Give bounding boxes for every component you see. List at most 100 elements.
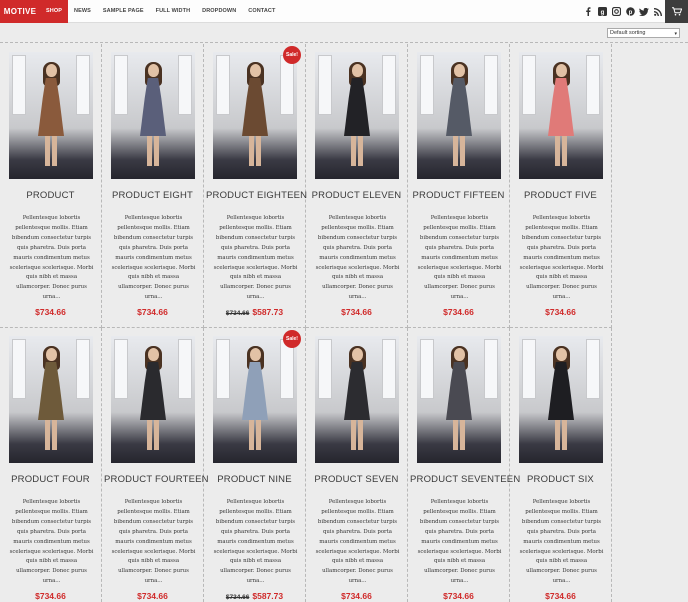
product-image[interactable]: [519, 336, 603, 463]
product-card: Sale! PRODUCT EIGHTEEN Pellentesque lobo…: [204, 44, 307, 328]
model-figure: [38, 346, 64, 450]
product-description: Pellentesque lobortis pellentesque molli…: [111, 215, 196, 301]
main-menu: SHOP NEWS SAMPLE PAGE FULL WIDTH DROPDOW…: [40, 0, 281, 23]
product-price: $734.66: [408, 307, 509, 317]
product-image[interactable]: [9, 336, 93, 463]
background-window: [76, 339, 90, 399]
sorting-bar: Default sorting ▾: [0, 23, 688, 43]
product-description: Pellentesque lobortis pellentesque molli…: [213, 215, 298, 301]
product-image[interactable]: [519, 52, 603, 179]
product-description: Pellentesque lobortis pellentesque molli…: [9, 215, 94, 301]
rss-icon[interactable]: [653, 7, 663, 17]
product-image[interactable]: [315, 336, 399, 463]
product-price: $734.66: [510, 307, 611, 317]
background-window: [114, 55, 128, 115]
product-card: PRODUCT FIFTEEN Pellentesque lobortis pe…: [408, 44, 510, 328]
current-price: $734.66: [35, 591, 66, 601]
google-plus-icon[interactable]: g: [597, 7, 607, 17]
model-figure: [446, 346, 472, 450]
product-card: PRODUCT Pellentesque lobortis pellentesq…: [0, 44, 102, 328]
social-links: g p: [583, 0, 663, 23]
background-window: [522, 55, 536, 115]
dress-shape: [140, 78, 166, 136]
product-description: Pellentesque lobortis pellentesque molli…: [519, 499, 604, 585]
background-window: [318, 55, 332, 115]
product-card: PRODUCT SEVENTEEN Pellentesque lobortis …: [408, 328, 520, 602]
product-image[interactable]: [111, 52, 195, 179]
product-title[interactable]: PRODUCT ELEVEN: [308, 190, 405, 201]
background-window: [216, 55, 230, 115]
product-price: $734.66 $587.73: [204, 591, 305, 601]
product-title[interactable]: PRODUCT EIGHT: [104, 190, 201, 201]
background-window: [484, 55, 498, 115]
background-window: [280, 339, 294, 399]
product-title[interactable]: PRODUCT SEVENTEEN: [410, 474, 520, 485]
product-title[interactable]: PRODUCT FOUR: [2, 474, 99, 485]
site-logo[interactable]: MOTIVE: [0, 0, 40, 23]
current-price: $734.66: [35, 307, 66, 317]
product-image[interactable]: [9, 52, 93, 179]
menu-item-news[interactable]: NEWS: [68, 0, 97, 23]
background-window: [178, 55, 192, 115]
menu-item-dropdown[interactable]: DROPDOWN: [196, 0, 242, 23]
model-figure: [446, 62, 472, 166]
product-description: Pellentesque lobortis pellentesque molli…: [315, 215, 400, 301]
product-card: Sale! PRODUCT NINE Pellentesque lobortis…: [204, 328, 306, 602]
background-window: [12, 55, 26, 115]
model-figure: [344, 346, 370, 450]
product-card: PRODUCT EIGHT Pellentesque lobortis pell…: [102, 44, 204, 328]
product-title[interactable]: PRODUCT SEVEN: [308, 474, 405, 485]
current-price: $734.66: [545, 307, 576, 317]
sale-badge: Sale!: [283, 330, 301, 348]
instagram-icon[interactable]: [611, 7, 621, 17]
dress-shape: [344, 78, 370, 136]
dress-shape: [242, 362, 268, 420]
product-image[interactable]: [417, 52, 501, 179]
product-description: Pellentesque lobortis pellentesque molli…: [417, 215, 502, 301]
menu-item-full-width[interactable]: FULL WIDTH: [150, 0, 197, 23]
dress-shape: [140, 362, 166, 420]
product-title[interactable]: PRODUCT NINE: [206, 474, 303, 485]
dress-shape: [38, 78, 64, 136]
product-title[interactable]: PRODUCT FOURTEEN: [104, 474, 209, 485]
cart-icon: [671, 7, 682, 16]
facebook-icon[interactable]: [583, 7, 593, 17]
product-description: Pellentesque lobortis pellentesque molli…: [519, 215, 604, 301]
background-window: [280, 55, 294, 115]
product-price: $734.66: [102, 307, 203, 317]
product-price: $734.66: [0, 591, 101, 601]
chevron-down-icon: ▾: [674, 31, 677, 37]
menu-item-sample-page[interactable]: SAMPLE PAGE: [97, 0, 150, 23]
dress-shape: [242, 78, 268, 136]
dress-shape: [548, 78, 574, 136]
pinterest-icon[interactable]: p: [625, 7, 635, 17]
product-image[interactable]: [417, 336, 501, 463]
svg-text:g: g: [600, 10, 604, 16]
product-price: $734.66: [102, 591, 203, 601]
product-title[interactable]: PRODUCT FIFTEEN: [410, 190, 507, 201]
product-image[interactable]: [213, 336, 297, 463]
background-window: [178, 339, 192, 399]
background-window: [12, 339, 26, 399]
product-title[interactable]: PRODUCT: [2, 190, 99, 201]
menu-item-shop[interactable]: SHOP: [40, 0, 68, 23]
product-grid: PRODUCT Pellentesque lobortis pellentesq…: [0, 44, 612, 602]
dress-shape: [38, 362, 64, 420]
current-price: $734.66: [443, 591, 474, 601]
menu-item-contact[interactable]: CONTACT: [242, 0, 281, 23]
product-title[interactable]: PRODUCT SIX: [512, 474, 609, 485]
current-price: $734.66: [341, 591, 372, 601]
current-price: $734.66: [443, 307, 474, 317]
product-image[interactable]: [111, 336, 195, 463]
product-image[interactable]: [315, 52, 399, 179]
twitter-icon[interactable]: [639, 7, 649, 17]
product-price: $734.66: [306, 591, 407, 601]
product-image[interactable]: [213, 52, 297, 179]
product-title[interactable]: PRODUCT EIGHTEEN: [206, 190, 307, 201]
product-description: Pellentesque lobortis pellentesque molli…: [315, 499, 400, 585]
cart-button[interactable]: [665, 0, 688, 23]
product-title[interactable]: PRODUCT FIVE: [512, 190, 609, 201]
top-navigation-bar: MOTIVE SHOP NEWS SAMPLE PAGE FULL WIDTH …: [0, 0, 688, 23]
background-window: [382, 339, 396, 399]
sorting-dropdown[interactable]: Default sorting ▾: [607, 28, 680, 38]
